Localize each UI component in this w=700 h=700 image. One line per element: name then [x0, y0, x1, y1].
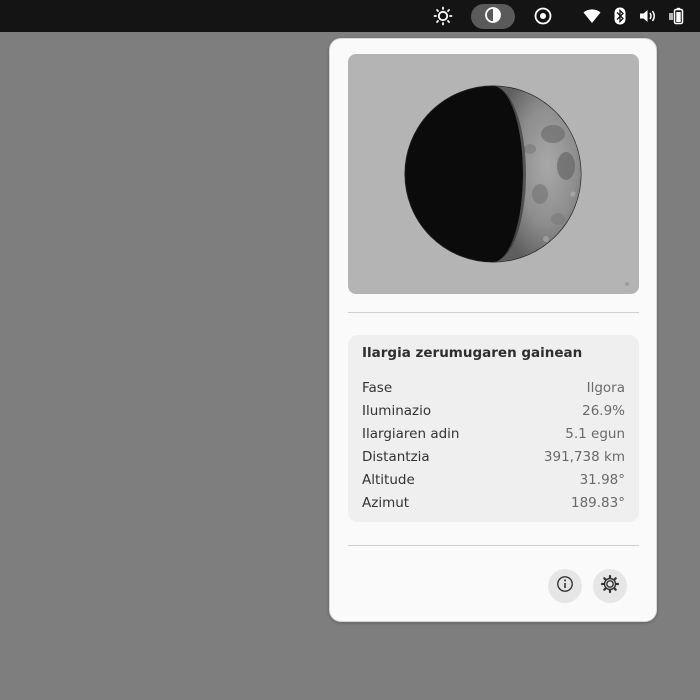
separator: [348, 545, 639, 546]
info-value: Ilgora: [586, 379, 625, 396]
info-label: Fase: [362, 379, 393, 396]
info-value: 31.98°: [579, 471, 625, 488]
info-row-illumination: Iluminazio 26.9%: [362, 399, 625, 422]
info-value: 5.1 egun: [565, 425, 625, 442]
brightness-icon[interactable]: [432, 0, 454, 32]
info-row-distance: Distantzia 391,738 km: [362, 445, 625, 468]
settings-button[interactable]: [593, 569, 627, 603]
info-value: 26.9%: [582, 402, 625, 419]
info-rows: Fase Ilgora Iluminazio 26.9% Ilargiaren …: [362, 376, 625, 514]
info-label: Altitude: [362, 471, 415, 488]
info-value: 189.83°: [571, 494, 625, 511]
settings-icon: [600, 574, 620, 598]
page-indicator-dot: [625, 282, 629, 286]
moon-popup: Ilargia zerumugaren gainean Fase Ilgora …: [329, 38, 657, 622]
info-row-azimuth: Azimut 189.83°: [362, 491, 625, 514]
night-light-icon: [484, 6, 502, 28]
separator: [348, 312, 639, 313]
moon-image: [404, 85, 582, 263]
info-label: Azimut: [362, 494, 410, 511]
wifi-icon[interactable]: [582, 0, 602, 32]
info-label: Distantzia: [362, 448, 430, 465]
info-row-altitude: Altitude 31.98°: [362, 468, 625, 491]
info-row-phase: Fase Ilgora: [362, 376, 625, 399]
about-button[interactable]: [548, 569, 582, 603]
moon-image-area: [348, 54, 639, 294]
battery-icon[interactable]: [666, 0, 686, 32]
screen-record-icon[interactable]: [532, 0, 554, 32]
night-light-toggle[interactable]: [471, 4, 515, 29]
top-bar: [0, 0, 700, 32]
info-label: Iluminazio: [362, 402, 432, 419]
bluetooth-icon[interactable]: [612, 0, 628, 32]
volume-icon[interactable]: [638, 0, 658, 32]
info-icon: [556, 575, 574, 597]
info-row-age: Ilargiaren adin 5.1 egun: [362, 422, 625, 445]
info-title: Ilargia zerumugaren gainean: [362, 345, 583, 361]
info-value: 391,738 km: [543, 448, 625, 465]
info-label: Ilargiaren adin: [362, 425, 460, 442]
moon-info-card: Ilargia zerumugaren gainean Fase Ilgora …: [348, 335, 639, 522]
